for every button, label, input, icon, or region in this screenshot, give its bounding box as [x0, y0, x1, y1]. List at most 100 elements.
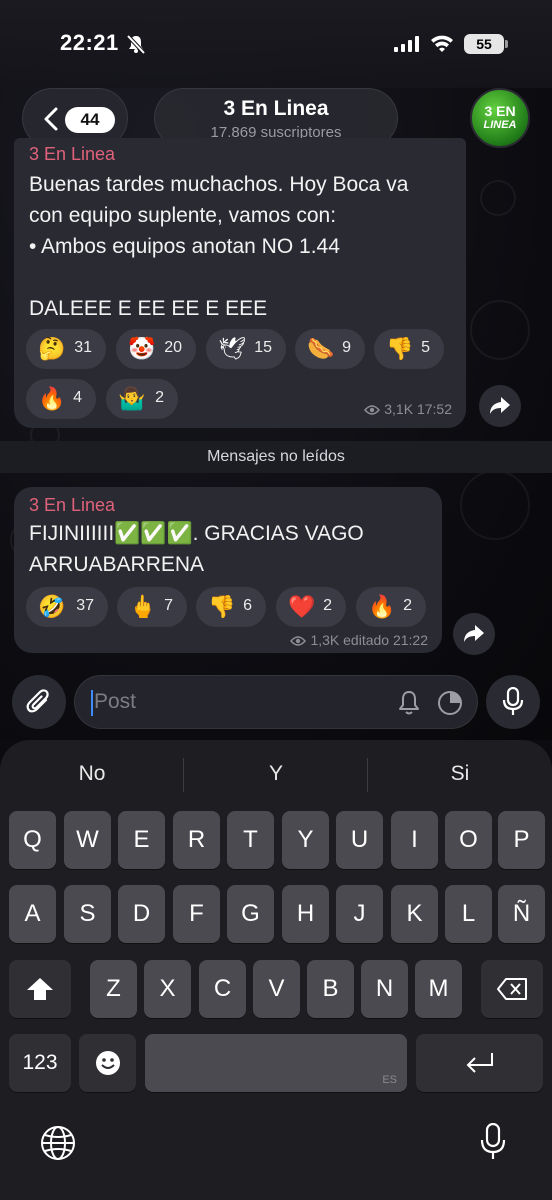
- reaction-chip[interactable]: 🤡 20: [116, 329, 196, 369]
- reaction-chip[interactable]: 🤣 37: [26, 587, 108, 627]
- attach-button[interactable]: [12, 675, 66, 729]
- unread-count-badge: 44: [65, 107, 115, 133]
- key-h[interactable]: H: [282, 885, 329, 943]
- reaction-emoji: 🌭: [307, 336, 335, 361]
- key-z[interactable]: Z: [90, 960, 137, 1018]
- status-bar: 22:21 55: [0, 0, 552, 88]
- key-o[interactable]: O: [445, 811, 492, 869]
- return-arrow-icon: [466, 1053, 493, 1073]
- message-bubble[interactable]: 3 En Linea Buenas tardes muchachos. Hoy …: [14, 138, 466, 428]
- reaction-count: 2: [403, 597, 412, 614]
- backspace-icon: [497, 978, 527, 1000]
- suggestion-2[interactable]: Y: [184, 762, 368, 786]
- key-w[interactable]: W: [64, 811, 111, 869]
- key-t[interactable]: T: [227, 811, 274, 869]
- suggestion-1[interactable]: No: [0, 762, 184, 786]
- channel-avatar[interactable]: 3 EN LINEA: [470, 88, 530, 148]
- numbers-key[interactable]: 123: [9, 1034, 71, 1092]
- message-bubble[interactable]: 3 En Linea FIJINIIIIII✅✅✅. GRACIAS VAGO …: [14, 487, 442, 653]
- eye-icon: [364, 405, 381, 416]
- avatar-logo-top: 3 EN: [484, 103, 516, 119]
- space-key[interactable]: ES: [145, 1034, 407, 1092]
- reaction-count: 31: [74, 339, 92, 356]
- reaction-emoji: 🤣: [38, 594, 66, 619]
- key-c[interactable]: C: [199, 960, 246, 1018]
- status-time: 22:21: [60, 30, 119, 55]
- channel-name: 3 En Linea: [223, 97, 329, 120]
- key-r[interactable]: R: [173, 811, 220, 869]
- reaction-count: 37: [76, 597, 94, 614]
- eye-icon: [290, 636, 307, 647]
- battery-indicator: 55: [464, 34, 504, 54]
- reaction-count: 4: [73, 389, 82, 406]
- chevron-left-icon: [44, 107, 58, 131]
- post-placeholder: Post: [94, 690, 137, 713]
- text-caret: [91, 690, 93, 716]
- key-f[interactable]: F: [173, 885, 220, 943]
- key-n[interactable]: N: [361, 960, 408, 1018]
- key-u[interactable]: U: [336, 811, 383, 869]
- key-j[interactable]: J: [336, 885, 383, 943]
- post-input[interactable]: Post: [74, 675, 478, 729]
- battery-tip: [505, 40, 508, 48]
- forward-arrow-icon: [490, 397, 510, 414]
- message-meta: 3,1K 17:52: [364, 401, 452, 417]
- key-b[interactable]: B: [307, 960, 354, 1018]
- message-text: Buenas tardes muchachos. Hoy Boca va con…: [29, 173, 409, 320]
- reaction-chip[interactable]: 🕊 15: [206, 329, 286, 369]
- shift-key[interactable]: [9, 960, 71, 1018]
- unread-messages-divider: Mensajes no leídos: [0, 441, 552, 473]
- key-a[interactable]: A: [9, 885, 56, 943]
- key-l[interactable]: L: [445, 885, 492, 943]
- key-g[interactable]: G: [227, 885, 274, 943]
- reaction-chip[interactable]: 👎 5: [374, 329, 444, 369]
- reaction-count: 2: [155, 389, 164, 406]
- reaction-chip[interactable]: 🔥 4: [26, 379, 96, 419]
- key-y[interactable]: Y: [282, 811, 329, 869]
- keyboard-language: ES: [382, 1074, 397, 1086]
- share-button[interactable]: [479, 385, 521, 427]
- key-m[interactable]: M: [415, 960, 462, 1018]
- return-key[interactable]: [416, 1034, 543, 1092]
- reaction-chip[interactable]: ❤️ 2: [276, 587, 346, 627]
- key-n-tilde[interactable]: Ñ: [498, 885, 545, 943]
- reaction-chip[interactable]: 🌭 9: [295, 329, 365, 369]
- reaction-chip[interactable]: 👎 6: [196, 587, 266, 627]
- key-e[interactable]: E: [118, 811, 165, 869]
- message-time: 17:52: [416, 401, 452, 417]
- key-v[interactable]: V: [253, 960, 300, 1018]
- key-d[interactable]: D: [118, 885, 165, 943]
- reaction-count: 9: [342, 339, 351, 356]
- reaction-count: 6: [243, 597, 252, 614]
- reaction-chip[interactable]: 🤷‍♂️ 2: [106, 379, 178, 419]
- reaction-count: 5: [421, 339, 430, 356]
- suggestion-3[interactable]: Si: [368, 762, 552, 786]
- shift-arrow-icon: [27, 978, 53, 1000]
- voice-message-button[interactable]: [486, 675, 540, 729]
- reaction-chip[interactable]: 🤔 31: [26, 329, 106, 369]
- reaction-count: 7: [164, 597, 173, 614]
- emoji-key[interactable]: [79, 1034, 136, 1092]
- microphone-icon: [502, 687, 524, 715]
- reaction-count: 20: [164, 339, 182, 356]
- backspace-key[interactable]: [481, 960, 543, 1018]
- globe-icon[interactable]: [40, 1125, 76, 1161]
- message-text: FIJINIIIIII✅✅✅. GRACIAS VAGO ARRUABARREN…: [29, 522, 364, 576]
- key-k[interactable]: K: [391, 885, 438, 943]
- key-s[interactable]: S: [64, 885, 111, 943]
- forward-arrow-icon: [464, 625, 484, 642]
- key-x[interactable]: X: [144, 960, 191, 1018]
- key-i[interactable]: I: [391, 811, 438, 869]
- dictation-microphone-icon[interactable]: [480, 1123, 506, 1161]
- reaction-count: 2: [323, 597, 332, 614]
- reaction-chip[interactable]: 🖕 7: [117, 587, 187, 627]
- key-p[interactable]: P: [498, 811, 545, 869]
- message-sender: 3 En Linea: [29, 495, 116, 515]
- schedule-timer-icon[interactable]: [437, 690, 463, 716]
- bell-icon[interactable]: [397, 690, 421, 716]
- reaction-chip[interactable]: 🔥 2: [356, 587, 426, 627]
- share-button[interactable]: [453, 613, 495, 655]
- key-q[interactable]: Q: [9, 811, 56, 869]
- reaction-emoji: 👎: [208, 594, 236, 619]
- reaction-emoji: 🖕: [129, 594, 157, 619]
